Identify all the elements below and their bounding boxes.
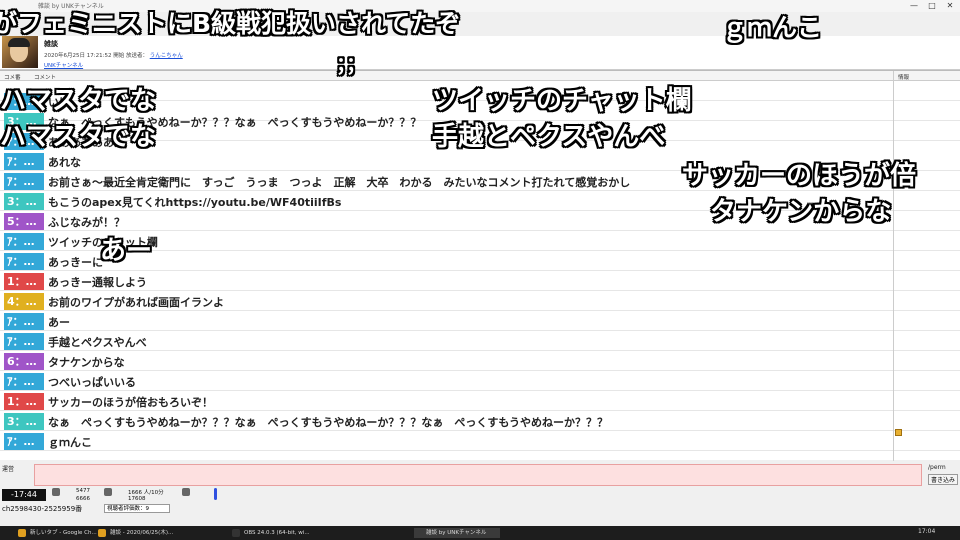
level-bar [214,488,217,500]
column-divider [893,71,894,461]
user-icon [182,488,190,496]
comment-input[interactable] [34,464,922,486]
post-button[interactable]: 書き込み [928,474,958,485]
app-window: 雑談 by UNKチャンネル — □ ✕ 雑談 2020年6月25日 17:21… [0,0,960,540]
comment-number-badge: 5：… [4,213,44,230]
maximize-button[interactable]: □ [926,0,938,12]
taskbar: 新しいタブ - Google Ch... 雑談 - 2020/06/25(木)..… [0,526,960,540]
comment-text: あっきーに [48,256,103,269]
comment-text: もこうのapex見てくれhttps://youtu.be/WF40tiiIfBs [48,196,342,209]
host-link[interactable]: うんこちゃん [150,53,183,59]
perm-checkbox[interactable]: /perm [928,464,946,471]
taskbar-item[interactable]: OBS 24.0.3 (64-bit, wi... [232,528,310,538]
table-row[interactable]: ｱ：… つべいっぱいいる [0,371,960,391]
comment-number-badge: 3：… [4,413,44,430]
viewer-count: 1666 人/10分 [128,490,164,496]
overlay-comment: がフェミニストにB級戦犯扱いされてたぞ [0,8,461,39]
comment-number-badge: ｱ：… [4,373,44,390]
comment-number-badge: 4：… [4,293,44,310]
table-row[interactable]: 4：… お前のワイプがあれば画面イランよ [0,291,960,311]
comment-icon [52,488,60,496]
pin-icon[interactable] [895,429,902,436]
window-controls: — □ ✕ [908,0,956,12]
broadcaster-thumbnail [2,36,38,68]
rating-select[interactable]: 視聴者評価数：9 [104,504,170,513]
overlay-comment: タナケンからな [709,196,892,228]
comment-number-badge: 3：… [4,193,44,210]
comment-input-bar: 運営 /perm 書き込み [0,462,960,486]
table-row[interactable]: ｱ：… 手越とペクスやんべ [0,331,960,351]
comment-text: サッカーのほうが倍おもろいぞ！ [48,396,213,409]
operator-checkbox[interactable]: 運営 [2,464,14,473]
comment-number-badge: 6：… [4,353,44,370]
overlay-comment: ；； [335,51,367,77]
table-row[interactable]: 3：… なぁ ぺっくすもうやめねーか？？？なぁ ぺっくすもうやめねーか？？？なぁ … [0,411,960,431]
overlay-comment: あー [99,235,153,267]
broadcast-title: 雑談 [44,40,58,48]
comment-count: 5477 [76,488,90,494]
start-time: 2020年6月25日 17:21:52 開始 [44,53,125,59]
taskbar-item[interactable]: 雑談 by UNKチャンネル [414,528,500,538]
host-label: 放送者： [125,53,148,59]
comment-number-badge: ｱ：… [4,153,44,170]
table-row[interactable]: 6：… タナケンからな [0,351,960,371]
overlay-comment: ハマスタでな [0,121,157,153]
viewer-count-2: 17608 [128,496,146,502]
overlay-comment: ハマスタでな [0,85,157,117]
overlay-comment: 手越とペクスやんべ [431,121,666,153]
comment-text: つべいっぱいいる [48,376,136,389]
lv-range: ch2598430-2525959番 [2,505,83,513]
table-row[interactable]: ｱ：… ｇｍんこ [0,431,960,451]
close-button[interactable]: ✕ [944,0,956,12]
overlay-comment: ツイッチのチャット欄 [431,85,692,117]
comment-text: お前さぁ～最近全肯定衛門に すっご うっま つっよ 正解 大卒 わかる みたいな… [48,176,631,189]
comment-text: ふじなみが！？ [48,216,125,229]
viewer-icon [104,488,112,496]
comment-text: お前のワイプがあれば画面イランよ [48,296,224,309]
table-row[interactable]: 1：… あっきー通報しよう [0,271,960,291]
stats-panel: -17:44 ch2598430-2525959番 5477 6666 1666… [0,486,960,526]
comment-text: あれな [48,156,81,169]
header-info[interactable]: 情報 [898,73,909,81]
taskbar-item[interactable]: 雑談 - 2020/06/25(木)... [98,528,173,538]
comment-number-badge: ｱ：… [4,433,44,450]
comment-number-badge: ｱ：… [4,233,44,250]
comment-text: 手越とペクスやんべ [48,336,147,349]
comment-text: あー [48,316,70,329]
taskbar-item[interactable]: 新しいタブ - Google Ch... [18,528,97,538]
overlay-comment: ｇｍんこ [721,12,823,43]
comment-number-badge: ｱ：… [4,253,44,270]
channel-link[interactable]: UNKチャンネル [44,61,83,69]
elapsed-time: -17:44 [2,489,46,501]
comment-text: あっきー通報しよう [48,276,147,289]
taskbar-clock: 17:04 [918,528,936,535]
comment-number-badge: 1：… [4,273,44,290]
comment-number-badge: ｱ：… [4,173,44,190]
table-row[interactable]: ｱ：… あー [0,311,960,331]
comment-text: なぁ ぺっくすもうやめねーか？？？なぁ ぺっくすもうやめねーか？？？なぁ ぺっく… [48,416,609,429]
comment-number-badge: ｱ：… [4,333,44,350]
comment-text: タナケンからな [48,356,125,369]
minimize-button[interactable]: — [908,0,920,12]
overlay-comment: サッカーのほうが倍 [681,160,917,192]
comment-count-2: 6666 [76,496,90,502]
comment-number-badge: ｱ：… [4,313,44,330]
table-row[interactable]: 1：… サッカーのほうが倍おもろいぞ！ [0,391,960,411]
comment-text: ｇｍんこ [48,436,92,449]
comment-number-badge: 1：… [4,393,44,410]
broadcast-meta: 2020年6月25日 17:21:52 開始 放送者： うんこちゃん [44,51,183,59]
